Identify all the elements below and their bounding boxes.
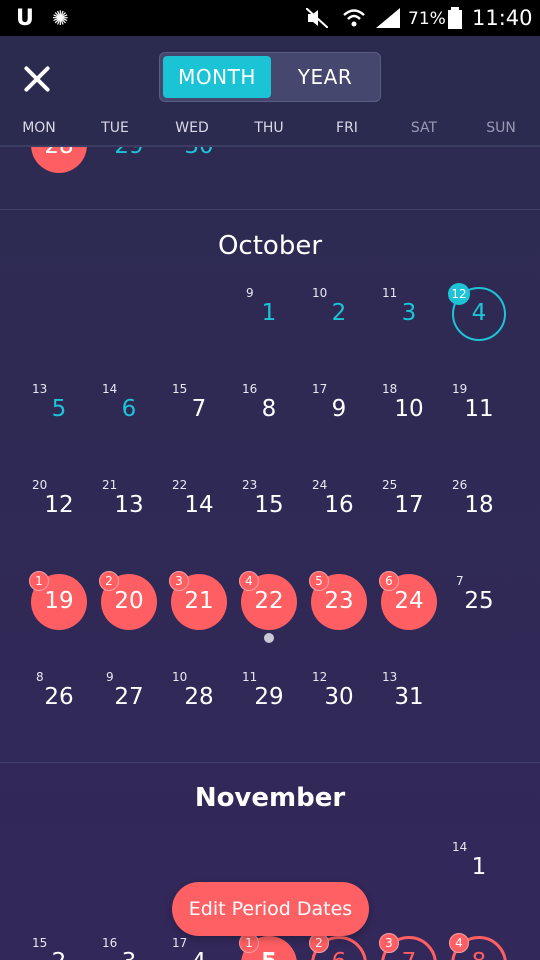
cycle-day: 15 — [172, 382, 188, 396]
cycle-day: 7 — [456, 574, 464, 588]
day-number[interactable]: 12 — [29, 492, 89, 518]
edit-period-dates-button[interactable]: Edit Period Dates — [172, 882, 369, 936]
today-dot — [264, 633, 274, 643]
cycle-day: 17 — [312, 382, 328, 396]
cycle-day: 10 — [172, 670, 188, 684]
day-number[interactable]: 5 — [239, 949, 299, 960]
cycle-day: 12 — [312, 670, 328, 684]
day-number[interactable]: 8 — [239, 396, 299, 422]
signal-icon — [376, 8, 400, 28]
battery-percent: 71% — [408, 9, 446, 29]
calendar-header: MONTH YEAR MON TUE WED THU FRI SAT SUN — [0, 36, 540, 146]
day-number[interactable]: 3 — [99, 949, 159, 960]
day-number[interactable]: 22 — [239, 588, 299, 614]
cycle-day: 21 — [102, 478, 118, 492]
tab-month[interactable]: MONTH — [163, 56, 271, 98]
day-number[interactable]: 26 — [29, 684, 89, 710]
cycle-day: 10 — [312, 286, 328, 300]
day-number[interactable]: 6 — [99, 396, 159, 422]
day-number[interactable]: 20 — [99, 588, 159, 614]
cycle-day: 17 — [172, 936, 188, 950]
weekday-thu: THU — [254, 120, 284, 136]
day-number[interactable]: 25 — [449, 588, 509, 614]
day-number[interactable]: 27 — [99, 684, 159, 710]
day-number[interactable]: 1 — [239, 300, 299, 326]
cycle-day: 8 — [36, 670, 44, 684]
month-divider — [0, 762, 540, 763]
day-number[interactable]: 28 — [29, 147, 89, 159]
cycle-day: 19 — [452, 382, 468, 396]
day-number[interactable]: 15 — [239, 492, 299, 518]
day-number[interactable]: 29 — [239, 684, 299, 710]
month-title-november: November — [194, 783, 346, 813]
weekday-header: MON TUE WED THU FRI SAT SUN — [0, 120, 540, 142]
day-number[interactable]: 4 — [169, 949, 229, 960]
month-divider — [0, 209, 540, 210]
view-toggle: MONTH YEAR — [159, 52, 381, 102]
cycle-day: 16 — [242, 382, 258, 396]
cycle-day: 20 — [32, 478, 48, 492]
cycle-day: 11 — [242, 670, 258, 684]
day-number[interactable]: 30 — [309, 684, 369, 710]
mute-icon — [306, 8, 328, 28]
close-icon[interactable] — [22, 64, 52, 94]
day-number[interactable]: 29 — [99, 147, 159, 159]
clock: 11:40 — [472, 6, 533, 30]
cycle-day: 15 — [32, 936, 48, 950]
day-number[interactable]: 23 — [309, 588, 369, 614]
weekday-tue: TUE — [101, 120, 129, 136]
day-number[interactable]: 8 — [449, 949, 509, 960]
tab-year[interactable]: YEAR — [271, 56, 379, 98]
weekday-sat: SAT — [410, 120, 438, 136]
cycle-day: 13 — [32, 382, 48, 396]
month-title-october: October — [217, 231, 323, 261]
day-number[interactable]: 30 — [169, 147, 229, 159]
cycle-day: 16 — [102, 936, 118, 950]
weekday-wed: WED — [175, 120, 209, 136]
day-number[interactable]: 31 — [379, 684, 439, 710]
day-number[interactable]: 11 — [449, 396, 509, 422]
day-number[interactable]: 21 — [169, 588, 229, 614]
day-number[interactable]: 5 — [29, 396, 89, 422]
day-number[interactable]: 7 — [379, 949, 439, 960]
day-number[interactable]: 24 — [379, 588, 439, 614]
day-number[interactable]: 9 — [309, 396, 369, 422]
flower-icon: ✺ — [52, 6, 69, 30]
day-number[interactable]: 13 — [99, 492, 159, 518]
status-bar: U ✺ 71% 11:40 — [0, 0, 540, 36]
calendar-scroll[interactable]: 28 29 30 October 9 1 10 2 11 3 12 4 13 5… — [0, 147, 540, 960]
day-number[interactable]: 2 — [309, 300, 369, 326]
day-number[interactable]: 4 — [449, 300, 509, 326]
wifi-icon — [343, 9, 365, 27]
day-number[interactable]: 28 — [169, 684, 229, 710]
day-number[interactable]: 16 — [309, 492, 369, 518]
cycle-day: 13 — [382, 670, 398, 684]
battery-icon — [448, 7, 462, 29]
cycle-day: 14 — [102, 382, 118, 396]
cycle-day: 11 — [382, 286, 398, 300]
day-number[interactable]: 7 — [169, 396, 229, 422]
cycle-day: 14 — [452, 840, 468, 854]
cycle-day: 26 — [452, 478, 468, 492]
cycle-day: 23 — [242, 478, 258, 492]
day-number[interactable]: 18 — [449, 492, 509, 518]
cycle-day: 18 — [382, 382, 398, 396]
cycle-day: 25 — [382, 478, 398, 492]
day-number[interactable]: 3 — [379, 300, 439, 326]
day-number[interactable]: 19 — [29, 588, 89, 614]
cycle-day: 9 — [246, 286, 254, 300]
day-number[interactable]: 2 — [29, 949, 89, 960]
cycle-day: 24 — [312, 478, 328, 492]
cycle-day: 9 — [106, 670, 114, 684]
day-number[interactable]: 14 — [169, 492, 229, 518]
app-u-icon: U — [16, 6, 34, 31]
day-number[interactable]: 17 — [379, 492, 439, 518]
cycle-day: 22 — [172, 478, 188, 492]
weekday-sun: SUN — [486, 120, 516, 136]
day-number[interactable]: 1 — [449, 854, 509, 880]
day-number[interactable]: 10 — [379, 396, 439, 422]
day-number[interactable]: 6 — [309, 949, 369, 960]
weekday-mon: MON — [22, 120, 56, 136]
weekday-fri: FRI — [336, 120, 358, 136]
